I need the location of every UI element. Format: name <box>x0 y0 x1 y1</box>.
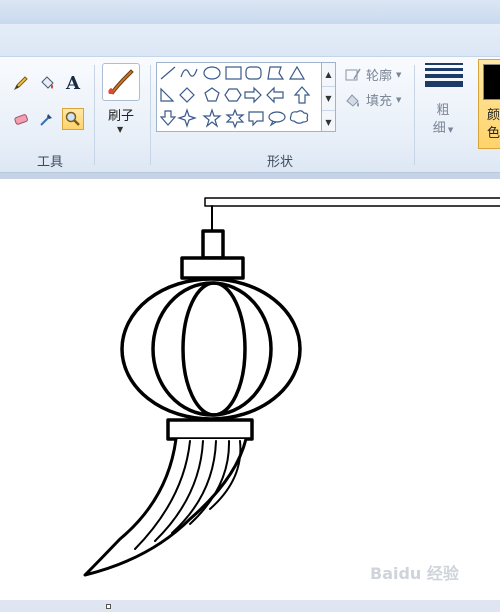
title-bar <box>0 0 500 24</box>
chevron-down-icon: ▼ <box>396 95 402 104</box>
outline-label: 轮廓 <box>366 69 393 84</box>
chevron-down-icon: ▼ <box>396 70 402 79</box>
fill-icon <box>346 93 359 107</box>
outline-dropdown[interactable]: 轮廓 ▼ <box>344 65 401 84</box>
chevron-down-icon: ▼ <box>117 125 124 134</box>
gallery-expand-icon[interactable]: ▼ <box>322 111 335 134</box>
color1-button[interactable]: 颜 色 <box>478 59 500 149</box>
color1-swatch <box>483 64 500 100</box>
brush-label: 刷子 <box>107 109 134 124</box>
brush-icon <box>102 63 140 101</box>
outline-icon <box>345 68 361 80</box>
shapes-scrollbar[interactable]: ▲ ▼ ▼ <box>322 62 336 132</box>
group-divider <box>150 65 151 165</box>
drawing-canvas[interactable] <box>0 179 500 600</box>
fill-dropdown[interactable]: 填充 ▼ <box>344 90 401 109</box>
lantern-drawing <box>83 197 500 577</box>
chevron-down-icon: ▼ <box>445 126 454 134</box>
eraser-icon[interactable] <box>10 108 32 130</box>
shapes-gallery-icons[interactable] <box>157 63 321 131</box>
size-label-top: 粗 <box>436 103 450 118</box>
line-width-icon <box>425 63 463 87</box>
group-divider <box>94 65 95 165</box>
size-button[interactable]: 粗 细 ▼ <box>420 61 466 151</box>
shapes-group-label: 形状 <box>266 155 293 170</box>
canvas-resize-handle[interactable] <box>106 604 111 609</box>
color-label-bottom: 色 <box>487 126 500 141</box>
watermark: Baidu 经验 <box>370 564 459 583</box>
magnifier-icon[interactable] <box>62 108 84 130</box>
pencil-icon[interactable] <box>10 72 32 94</box>
group-divider <box>414 65 415 165</box>
scroll-up-icon[interactable]: ▲ <box>322 63 335 87</box>
fill-bucket-icon[interactable] <box>36 72 58 94</box>
shapes-gallery <box>156 62 322 132</box>
status-bar <box>0 600 500 612</box>
size-label-bottom-text: 细 <box>432 121 446 136</box>
ribbon-tab-strip <box>0 24 500 57</box>
text-icon[interactable]: A <box>62 72 84 94</box>
tools-group-label: 工具 <box>36 155 63 170</box>
color-picker-icon[interactable] <box>36 108 58 130</box>
color-label-top: 颜 <box>487 108 500 123</box>
ribbon: A 工具 刷子 ▼ ▲ ▼ ▼ 轮廓 ▼ 填充 ▼ 形状 粗 细 ▼ 颜 色 <box>0 57 500 173</box>
brush-button[interactable]: 刷子 ▼ <box>98 63 144 143</box>
fill-label: 填充 <box>366 94 393 109</box>
scroll-down-icon[interactable]: ▼ <box>322 87 335 111</box>
size-label-bottom: 细 ▼ <box>420 117 466 136</box>
